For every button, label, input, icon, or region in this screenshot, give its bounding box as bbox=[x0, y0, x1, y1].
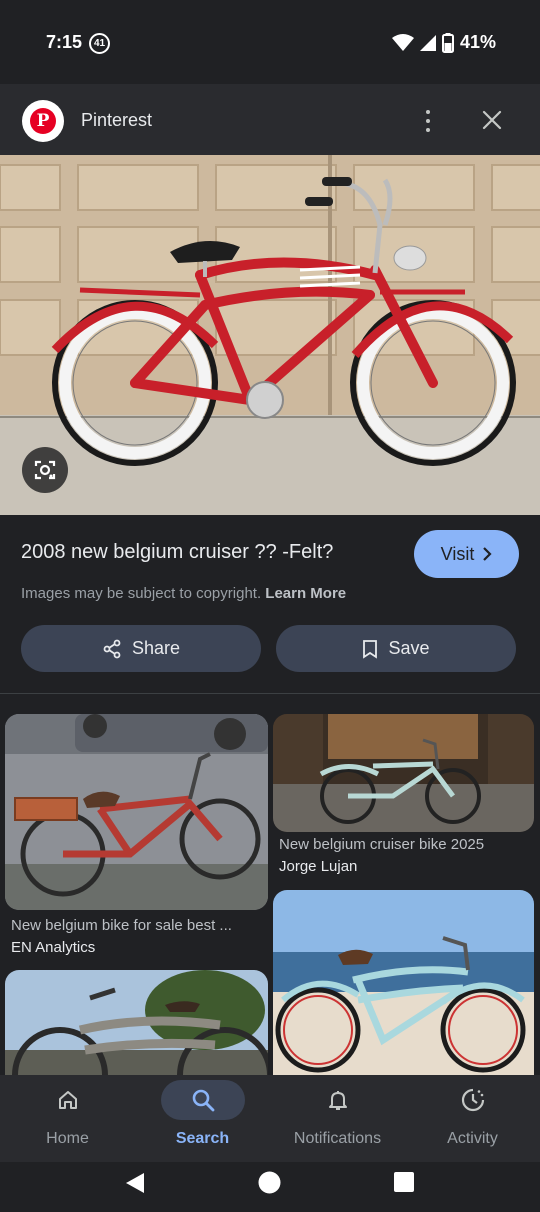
lens-icon bbox=[34, 460, 56, 480]
home-icon bbox=[58, 1091, 77, 1109]
home-circle-icon[interactable] bbox=[258, 1171, 281, 1194]
nav-home-label: Home bbox=[46, 1130, 89, 1147]
divider bbox=[0, 693, 540, 694]
activity-icon bbox=[461, 1088, 484, 1112]
nav-search-label: Search bbox=[175, 1130, 230, 1147]
notification-count-badge: 41 bbox=[89, 33, 110, 54]
share-label: Share bbox=[131, 638, 181, 658]
nav-activity-label: Activity bbox=[447, 1130, 498, 1147]
copyright-text: Images may be subject to copyright. bbox=[21, 585, 262, 602]
pinterest-logo: P bbox=[22, 100, 64, 142]
related-title-2[interactable]: New belgium cruiser bike 2025 bbox=[279, 836, 534, 853]
related-image-2[interactable] bbox=[273, 714, 534, 832]
chevron-right-icon bbox=[483, 547, 492, 561]
nav-activity[interactable]: Activity bbox=[405, 1075, 540, 1162]
learn-more-link[interactable]: Learn More bbox=[265, 585, 346, 602]
related-source-1: EN Analytics bbox=[11, 939, 96, 956]
source-name[interactable]: Pinterest bbox=[81, 110, 152, 131]
bell-icon bbox=[328, 1091, 347, 1110]
cell-signal-icon bbox=[419, 34, 436, 51]
bookmark-icon bbox=[363, 639, 378, 659]
save-button[interactable]: Save bbox=[276, 625, 516, 672]
nav-search[interactable]: Search bbox=[135, 1075, 270, 1162]
system-navigation-bar bbox=[0, 1162, 540, 1212]
related-image-1[interactable] bbox=[5, 714, 268, 910]
nav-notifications[interactable]: Notifications bbox=[270, 1075, 405, 1162]
related-title-1[interactable]: New belgium bike for sale best ... bbox=[11, 917, 266, 934]
battery-percent: 41% bbox=[459, 32, 496, 52]
share-button[interactable]: Share bbox=[21, 625, 261, 672]
search-icon bbox=[192, 1089, 214, 1112]
related-source-2: Jorge Lujan bbox=[279, 858, 358, 875]
visit-button[interactable]: Visit bbox=[414, 530, 519, 578]
visit-label: Visit bbox=[440, 543, 475, 564]
status-bar: 7:15 41 41% bbox=[0, 0, 540, 84]
share-icon bbox=[103, 639, 121, 658]
related-image-3[interactable] bbox=[5, 970, 268, 1090]
nav-notifications-label: Notifications bbox=[293, 1130, 382, 1147]
bottom-navigation: Home Search Notifications Activity bbox=[0, 1075, 540, 1162]
recents-icon[interactable] bbox=[394, 1172, 414, 1192]
save-label: Save bbox=[388, 638, 430, 658]
related-image-4[interactable] bbox=[273, 890, 534, 1090]
main-result-image[interactable] bbox=[0, 155, 540, 515]
status-icons: 41% bbox=[391, 32, 496, 53]
status-time: 7:15 bbox=[46, 32, 83, 52]
battery-icon bbox=[441, 32, 454, 53]
nav-home[interactable]: Home bbox=[0, 1075, 135, 1162]
back-icon[interactable] bbox=[124, 1171, 146, 1195]
source-header: P Pinterest bbox=[0, 84, 540, 156]
wifi-icon bbox=[391, 33, 414, 51]
copyright-notice: Images may be subject to copyright. Lear… bbox=[21, 585, 346, 602]
result-title: 2008 new belgium cruiser ?? -Felt? bbox=[21, 541, 334, 563]
more-options-icon[interactable] bbox=[416, 108, 440, 134]
close-icon[interactable] bbox=[480, 108, 504, 132]
lens-search-button[interactable] bbox=[22, 447, 68, 493]
